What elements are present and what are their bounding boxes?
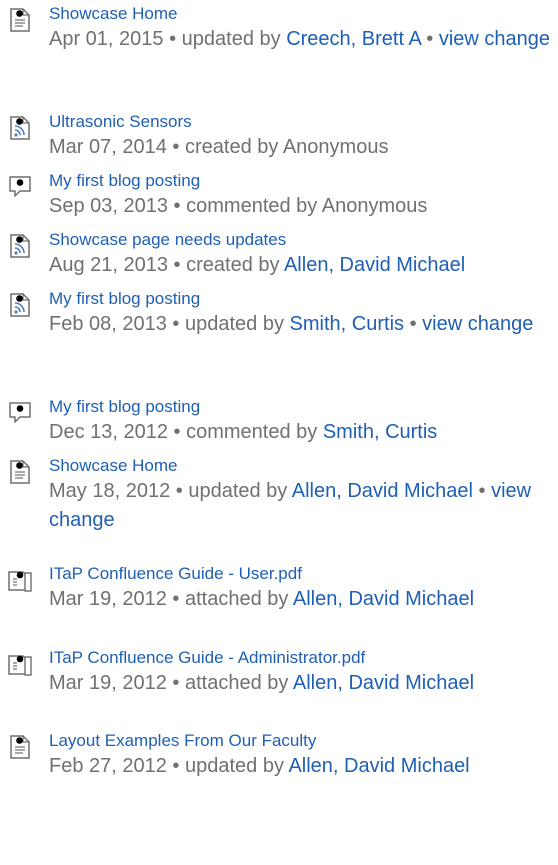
user-profile-link[interactable]: Allen, David Michael xyxy=(293,588,474,610)
separator-bullet: • xyxy=(168,254,187,276)
activity-date: Mar 19, 2012 xyxy=(49,588,167,610)
page-icon xyxy=(7,734,33,760)
activity-meta: Sep 03, 2013 • commented by Anonymous xyxy=(49,192,552,221)
content-title-link[interactable]: My first blog posting xyxy=(49,170,552,192)
separator-bullet: • xyxy=(166,672,185,694)
separator-bullet: • xyxy=(166,136,185,158)
separator-bullet: • xyxy=(420,28,439,50)
comment-icon xyxy=(7,174,33,200)
activity-meta: Dec 13, 2012 • commented by Smith, Curti… xyxy=(49,418,552,447)
activity-item: My first blog posting Sep 03, 2013 • com… xyxy=(0,170,552,221)
page-icon xyxy=(7,459,33,485)
view-change-link[interactable]: view change xyxy=(422,313,533,335)
content-title-link[interactable]: Showcase Home xyxy=(49,455,552,477)
activity-meta: Feb 08, 2013 • updated by Smith, Curtis … xyxy=(49,310,552,339)
blog-post-icon xyxy=(7,233,33,259)
blog-post-icon xyxy=(7,115,33,141)
activity-action: updated by xyxy=(185,313,284,335)
activity-item: Ultrasonic Sensors Mar 07, 2014 • create… xyxy=(0,111,552,162)
view-change-link[interactable]: view change xyxy=(439,28,550,50)
activity-action: created by xyxy=(186,254,280,276)
activity-item: Showcase Home Apr 01, 2015 • updated by … xyxy=(0,3,552,54)
page-icon xyxy=(7,7,33,33)
activity-action: updated by xyxy=(181,28,281,50)
activity-meta: May 18, 2012 • updated by Allen, David M… xyxy=(49,477,552,535)
content-title-link[interactable]: My first blog posting xyxy=(49,288,552,310)
activity-item: Layout Examples From Our Faculty Feb 27,… xyxy=(0,730,552,781)
activity-user: Anonymous xyxy=(321,195,428,217)
user-profile-link[interactable]: Allen, David Michael xyxy=(288,755,469,777)
activity-item: ITaP Confluence Guide - Administrator.pd… xyxy=(0,647,552,698)
activity-date: Mar 19, 2012 xyxy=(49,672,167,694)
activity-meta: Apr 01, 2015 • updated by Creech, Brett … xyxy=(49,25,552,54)
activity-action: updated by xyxy=(185,755,284,777)
user-profile-link[interactable]: Smith, Curtis xyxy=(290,313,404,335)
activity-user: Anonymous xyxy=(282,136,389,158)
activity-action: updated by xyxy=(188,480,288,502)
blog-post-icon xyxy=(7,292,33,318)
user-profile-link[interactable]: Allen, David Michael xyxy=(284,254,465,276)
separator-bullet: • xyxy=(168,195,187,217)
activity-action: attached by xyxy=(184,588,289,610)
activity-date: Aug 21, 2013 xyxy=(49,254,168,276)
activity-meta: Mar 19, 2012 • attached by Allen, David … xyxy=(49,669,552,698)
separator-bullet: • xyxy=(166,588,185,610)
activity-date: Feb 27, 2012 xyxy=(49,755,167,777)
pdf-attachment-icon xyxy=(7,567,33,593)
separator-bullet: • xyxy=(166,313,185,335)
activity-meta: Mar 19, 2012 • attached by Allen, David … xyxy=(49,585,552,614)
separator-bullet: • xyxy=(472,480,492,502)
separator-bullet: • xyxy=(167,421,187,443)
activity-meta: Mar 07, 2014 • created by Anonymous xyxy=(49,133,552,162)
content-title-link[interactable]: Showcase page needs updates xyxy=(49,229,552,251)
user-profile-link[interactable]: Creech, Brett A xyxy=(286,28,421,50)
content-title-link[interactable]: Showcase Home xyxy=(49,3,552,25)
content-title-link[interactable]: ITaP Confluence Guide - User.pdf xyxy=(49,563,552,585)
content-title-link[interactable]: My first blog posting xyxy=(49,396,552,418)
activity-action: attached by xyxy=(184,672,289,694)
user-profile-link[interactable]: Allen, David Michael xyxy=(292,480,473,502)
activity-date: Feb 08, 2013 xyxy=(49,313,167,335)
content-title-link[interactable]: ITaP Confluence Guide - Administrator.pd… xyxy=(49,647,552,669)
user-profile-link[interactable]: Smith, Curtis xyxy=(323,421,437,443)
comment-icon xyxy=(7,400,33,426)
separator-bullet: • xyxy=(166,755,185,777)
activity-action: commented by xyxy=(186,195,318,217)
content-title-link[interactable]: Ultrasonic Sensors xyxy=(49,111,552,133)
activity-item: My first blog posting Feb 08, 2013 • upd… xyxy=(0,288,552,339)
activity-date: May 18, 2012 xyxy=(49,480,171,502)
separator-bullet: • xyxy=(404,313,423,335)
content-title-link[interactable]: Layout Examples From Our Faculty xyxy=(49,730,552,752)
separator-bullet: • xyxy=(163,28,182,50)
activity-item: My first blog posting Dec 13, 2012 • com… xyxy=(0,396,552,447)
separator-bullet: • xyxy=(170,480,189,502)
activity-item: Showcase Home May 18, 2012 • updated by … xyxy=(0,455,552,535)
activity-action: commented by xyxy=(186,421,318,443)
activity-item: ITaP Confluence Guide - User.pdf Mar 19,… xyxy=(0,563,552,614)
activity-item: Showcase page needs updates Aug 21, 2013… xyxy=(0,229,552,280)
activity-date: Mar 07, 2014 xyxy=(49,136,167,158)
activity-meta: Feb 27, 2012 • updated by Allen, David M… xyxy=(49,752,552,781)
activity-meta: Aug 21, 2013 • created by Allen, David M… xyxy=(49,251,552,280)
activity-date: Sep 03, 2013 xyxy=(49,195,168,217)
user-profile-link[interactable]: Allen, David Michael xyxy=(293,672,474,694)
activity-action: created by xyxy=(184,136,279,158)
pdf-attachment-icon xyxy=(7,651,33,677)
activity-date: Apr 01, 2015 xyxy=(49,28,164,50)
activity-date: Dec 13, 2012 xyxy=(49,421,168,443)
